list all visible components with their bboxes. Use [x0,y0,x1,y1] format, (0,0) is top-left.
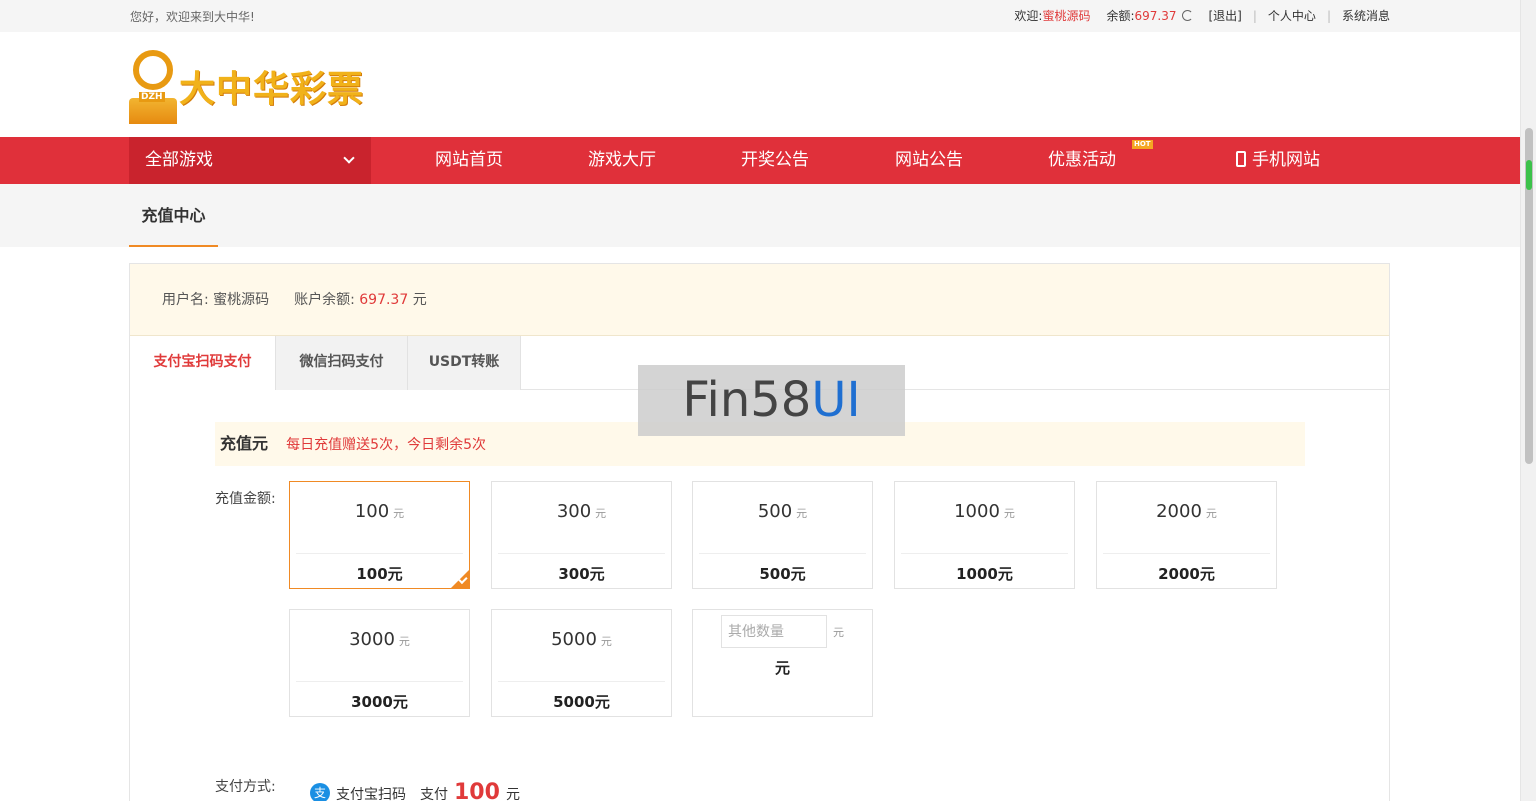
amount-caption: 500元 [759,565,806,583]
refresh-icon[interactable] [1181,10,1193,21]
amount-unit: 元 [1205,507,1217,520]
profile-link[interactable]: 个人中心 [1268,7,1316,24]
nav-promotions-label: 优惠活动 [1048,150,1116,170]
logo-text: 大中华彩票 [179,68,365,110]
selected-check-icon [451,570,469,588]
custom-amount-caption: 元 [774,659,790,677]
amount-caption: 1000元 [956,565,1013,583]
payment-method-name: 支付宝扫码 [336,787,406,801]
page-title[interactable]: 充值中心 [129,184,218,247]
pay-amount-label: 支付 [420,787,448,801]
notice-message: 每日充值赠送5次，今日剩余5次 [286,437,486,453]
main-nav: 全部游戏 网站首页 游戏大厅 开奖公告 网站公告 优惠活动 HOT 手机网站 [0,137,1520,184]
amount-value: 500 [757,501,793,522]
amount-value: 5000 [551,629,597,650]
payment-method-row[interactable]: 支 支付宝扫码 支付 100 元 [310,780,520,801]
amount-unit: 元 [796,507,808,520]
user-info-bar: 用户名: 蜜桃源码 账户余额: 697.37 元 [130,264,1389,336]
amount-value: 300 [556,501,592,522]
balance-unit: 元 [412,292,427,308]
account-balance-value: 697.37 [359,292,409,308]
amount-value: 1000 [954,501,1000,522]
pay-amount-value: 100 [454,780,500,801]
amount-caption: 100元 [356,565,403,583]
custom-amount-input[interactable] [721,615,827,648]
balance-label: 余额: [1106,9,1135,23]
logout-link[interactable]: [退出] [1209,7,1242,24]
amount-unit: 元 [398,635,410,648]
page-subheader: 充值中心 [0,184,1520,247]
tab-usdt[interactable]: USDT转账 [408,336,521,390]
logo-emblem-icon: DZH [129,48,177,124]
amount-label: 充值金额: [215,491,276,507]
logo-badge: DZH [139,92,165,102]
username-label: 用户名: [162,292,209,308]
header: DZH 大中华彩票 [0,32,1520,137]
messages-link[interactable]: 系统消息 [1342,7,1390,24]
recharge-panel: 用户名: 蜜桃源码 账户余额: 697.37 元 支付宝扫码支付 微信扫码支付 … [129,263,1390,801]
amount-option-custom[interactable]: 元 元 [692,609,873,717]
amount-caption: 2000元 [1158,565,1215,583]
tab-wechat[interactable]: 微信扫码支付 [276,336,408,390]
custom-amount-unit: 元 [833,626,844,639]
amount-option-500[interactable]: 500 元 500元 [692,481,873,589]
amount-unit: 元 [595,507,607,520]
nav-mobile-site[interactable]: 手机网站 [1236,137,1320,184]
amount-value: 3000 [349,629,395,650]
hot-badge-icon: HOT [1132,140,1153,149]
amount-caption: 300元 [558,565,605,583]
nav-promotions[interactable]: 优惠活动 HOT [1048,137,1153,184]
amount-option-100[interactable]: 100 元 100元 [289,481,470,589]
nav-game-hall[interactable]: 游戏大厅 [588,137,656,184]
all-games-dropdown[interactable]: 全部游戏 [129,137,371,184]
watermark-part1: Fin58 [682,372,812,428]
nav-mobile-label: 手机网站 [1252,150,1320,170]
amount-option-3000[interactable]: 3000 元 3000元 [289,609,470,717]
amount-value: 2000 [1156,501,1202,522]
top-username[interactable]: 蜜桃源码 [1042,7,1090,24]
amount-caption: 5000元 [553,693,610,711]
top-bar-user-links: 欢迎: 蜜桃源码 余额: 697.37 [退出] | 个人中心 | 系统消息 [1014,7,1390,24]
amount-option-300[interactable]: 300 元 300元 [491,481,672,589]
site-logo[interactable]: DZH 大中华彩票 [129,48,379,124]
amount-unit: 元 [1003,507,1015,520]
watermark: Fin58UI [638,365,905,436]
amount-unit: 元 [600,635,612,648]
top-bar: 您好，欢迎来到大中华! 欢迎: 蜜桃源码 余额: 697.37 [退出] | 个… [0,0,1520,32]
username-value: 蜜桃源码 [213,292,270,308]
chevron-down-icon [343,152,355,164]
top-balance: 697.37 [1134,8,1177,23]
amount-unit: 元 [393,507,405,520]
watermark-part2: UI [811,372,861,428]
scrollbar-marker [1526,160,1532,190]
account-balance-label: 账户余额: [294,292,355,308]
all-games-label: 全部游戏 [145,150,213,170]
greeting-label: 欢迎: [1014,9,1043,23]
notice-label: 充值元 [220,434,269,453]
amount-option-5000[interactable]: 5000 元 5000元 [491,609,672,717]
alipay-icon: 支 [310,782,330,801]
tab-alipay[interactable]: 支付宝扫码支付 [130,336,276,390]
mobile-phone-icon [1236,151,1246,167]
nav-home[interactable]: 网站首页 [435,137,503,184]
amount-caption: 3000元 [351,693,408,711]
nav-draw-results[interactable]: 开奖公告 [741,137,809,184]
amount-option-1000[interactable]: 1000 元 1000元 [894,481,1075,589]
payment-method-label: 支付方式: [215,779,276,795]
nav-announcements[interactable]: 网站公告 [895,137,963,184]
amount-option-2000[interactable]: 2000 元 2000元 [1096,481,1277,589]
pay-amount-unit: 元 [505,787,520,801]
amount-value: 100 [354,501,390,522]
vertical-scrollbar[interactable] [1520,0,1536,801]
welcome-text: 您好，欢迎来到大中华! [130,10,255,24]
